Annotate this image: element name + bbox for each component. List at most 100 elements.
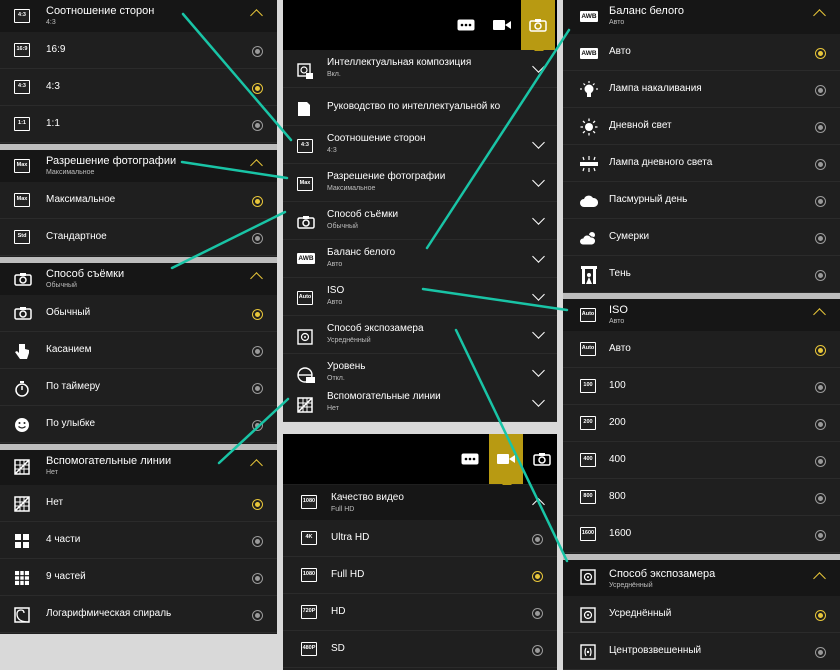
radio-button-selected[interactable]	[815, 48, 826, 59]
chevron-up-icon[interactable]	[250, 272, 263, 285]
more-button[interactable]	[453, 434, 487, 484]
aspect-ratio-header[interactable]: 4:3 Соотношение сторон 4:3	[0, 0, 277, 32]
chevron-down-icon[interactable]	[532, 174, 545, 187]
option-iso-100[interactable]: 100 100	[563, 369, 840, 405]
option-video-fullhd[interactable]: 1080 Full HD	[283, 558, 557, 594]
option-wb-twilight[interactable]: Сумерки	[563, 220, 840, 256]
radio-button[interactable]	[532, 534, 543, 545]
chevron-up-icon[interactable]	[250, 159, 263, 172]
menu-composition-guide[interactable]: Руководство по интеллектуальной ко	[283, 89, 557, 126]
chevron-up-icon[interactable]	[813, 9, 826, 22]
radio-button[interactable]	[532, 645, 543, 656]
radio-button[interactable]	[815, 270, 826, 281]
option-wb-cloudy[interactable]: Пасмурный день	[563, 183, 840, 219]
menu-white-balance[interactable]: AWB Баланс белого Авто	[283, 241, 557, 278]
option-iso-800[interactable]: 800 800	[563, 480, 840, 516]
option-wb-fluorescent[interactable]: Лампа дневного света	[563, 146, 840, 182]
chevron-down-icon[interactable]	[532, 326, 545, 339]
option-meter-average[interactable]: Усреднённый	[563, 597, 840, 633]
radio-button-selected[interactable]	[252, 499, 263, 510]
option-wb-shade[interactable]: Тень	[563, 257, 840, 293]
option-grid-none[interactable]: Нет	[0, 486, 277, 522]
radio-button-selected[interactable]	[252, 83, 263, 94]
photo-mode-tab[interactable]	[521, 0, 555, 55]
radio-button[interactable]	[815, 419, 826, 430]
video-mode-tab[interactable]	[489, 434, 523, 489]
radio-button[interactable]	[815, 456, 826, 467]
option-iso-400[interactable]: 400 400	[563, 443, 840, 479]
radio-button[interactable]	[252, 346, 263, 357]
menu-metering[interactable]: Способ экспозамера Усреднённый	[283, 317, 557, 354]
chevron-down-icon[interactable]	[532, 394, 545, 407]
option-iso-1600[interactable]: 1600 1600	[563, 517, 840, 553]
option-wb-daylight[interactable]: Дневной свет	[563, 109, 840, 145]
option-grid-4[interactable]: 4 части	[0, 523, 277, 559]
menu-aspect-ratio[interactable]: 4:3 Соотношение сторон 4:3	[283, 127, 557, 164]
option-grid-spiral[interactable]: Логарифмическая спираль	[0, 597, 277, 633]
option-wb-auto[interactable]: AWB Авто	[563, 35, 840, 71]
radio-button[interactable]	[815, 233, 826, 244]
menu-shooting-mode[interactable]: Способ съёмки Обычный	[283, 203, 557, 240]
chevron-up-icon[interactable]	[250, 9, 263, 22]
chevron-up-icon[interactable]	[813, 308, 826, 321]
chevron-down-icon[interactable]	[532, 250, 545, 263]
option-wb-incandescent[interactable]: Лампа накаливания	[563, 72, 840, 108]
chevron-up-icon[interactable]	[532, 498, 545, 511]
radio-button[interactable]	[815, 85, 826, 96]
menu-resolution[interactable]: Max Разрешение фотографии Максимальное	[283, 165, 557, 202]
menu-iso[interactable]: Auto ISO Авто	[283, 279, 557, 316]
radio-button[interactable]	[532, 608, 543, 619]
chevron-down-icon[interactable]	[532, 364, 545, 377]
video-mode-tab[interactable]	[485, 0, 519, 50]
menu-smart-composition[interactable]: Интеллектуальная композиция Вкл.	[283, 51, 557, 88]
radio-button-selected[interactable]	[815, 610, 826, 621]
radio-button[interactable]	[815, 530, 826, 541]
option-aspect-4-3[interactable]: 4:3 4:3	[0, 70, 277, 106]
chevron-down-icon[interactable]	[532, 288, 545, 301]
option-iso-200[interactable]: 200 200	[563, 406, 840, 442]
option-shoot-smile[interactable]: По улыбке	[0, 407, 277, 443]
option-resolution-std[interactable]: Std Стандартное	[0, 220, 277, 256]
option-aspect-16-9[interactable]: 16:9 16:9	[0, 33, 277, 69]
shooting-mode-header[interactable]: Способ съёмки Обычный	[0, 263, 277, 295]
option-aspect-1-1[interactable]: 1:1 1:1	[0, 107, 277, 143]
radio-button[interactable]	[815, 196, 826, 207]
radio-button-selected[interactable]	[252, 196, 263, 207]
radio-button[interactable]	[252, 46, 263, 57]
radio-button-selected[interactable]	[252, 309, 263, 320]
option-video-hd[interactable]: 720P HD	[283, 595, 557, 631]
chevron-up-icon[interactable]	[813, 572, 826, 585]
radio-button[interactable]	[252, 233, 263, 244]
radio-button[interactable]	[252, 383, 263, 394]
radio-button[interactable]	[252, 120, 263, 131]
chevron-down-icon[interactable]	[532, 212, 545, 225]
option-grid-9[interactable]: 9 частей	[0, 560, 277, 596]
radio-button[interactable]	[815, 159, 826, 170]
video-quality-header[interactable]: 1080 Качество видео Full HD	[283, 485, 557, 520]
radio-button[interactable]	[252, 573, 263, 584]
white-balance-header[interactable]: AWB Баланс белого Авто	[563, 0, 840, 34]
iso-header[interactable]: Auto ISO Авто	[563, 299, 840, 331]
option-resolution-max[interactable]: Max Максимальное	[0, 183, 277, 219]
radio-button[interactable]	[815, 647, 826, 658]
radio-button-selected[interactable]	[815, 345, 826, 356]
option-video-uhd[interactable]: 4K Ultra HD	[283, 521, 557, 557]
photo-mode-tab[interactable]	[525, 434, 557, 484]
radio-button[interactable]	[252, 536, 263, 547]
option-shoot-timer[interactable]: По таймеру	[0, 370, 277, 406]
chevron-down-icon[interactable]	[532, 60, 545, 73]
metering-header[interactable]: Способ экспозамера Усреднённый	[563, 560, 840, 596]
radio-button-selected[interactable]	[532, 571, 543, 582]
option-meter-center[interactable]: Центровзвешенный	[563, 634, 840, 670]
radio-button[interactable]	[252, 420, 263, 431]
chevron-up-icon[interactable]	[250, 459, 263, 472]
radio-button[interactable]	[815, 122, 826, 133]
radio-button[interactable]	[815, 382, 826, 393]
option-iso-auto[interactable]: Auto Авто	[563, 332, 840, 368]
resolution-header[interactable]: Max Разрешение фотографии Максимальное	[0, 150, 277, 182]
more-button[interactable]	[449, 0, 483, 50]
option-shoot-touch[interactable]: Касанием	[0, 333, 277, 369]
chevron-down-icon[interactable]	[532, 136, 545, 149]
menu-grid-lines[interactable]: Вспомогательные линии Нет	[283, 385, 557, 422]
option-video-sd[interactable]: 480P SD	[283, 632, 557, 668]
